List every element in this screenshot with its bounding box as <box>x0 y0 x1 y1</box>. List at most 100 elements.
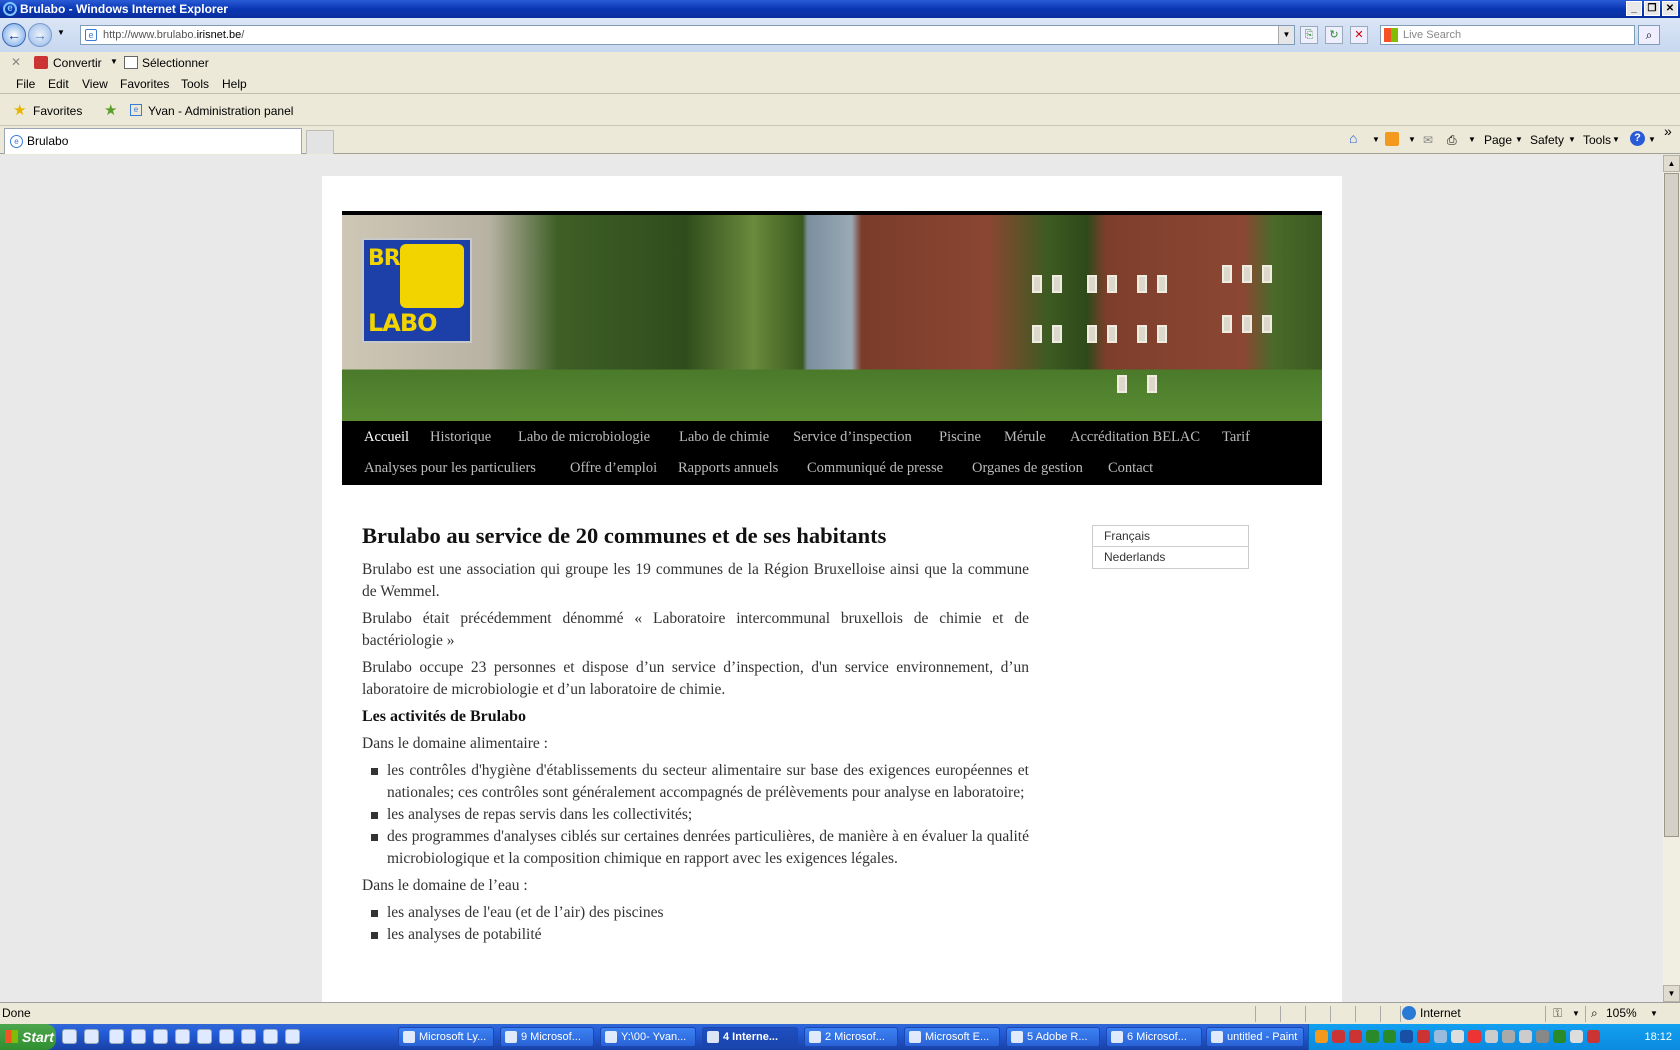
address-dropdown-icon[interactable]: ▼ <box>1278 26 1294 44</box>
menu-view[interactable]: View <box>82 77 108 91</box>
favorites-button[interactable]: Favorites <box>33 104 82 118</box>
quicklaunch-office-icon[interactable] <box>175 1029 190 1044</box>
nav-rapports-annuels[interactable]: Rapports annuels <box>678 460 778 477</box>
task-paint[interactable]: untitled - Paint <box>1206 1027 1304 1047</box>
nav-merule[interactable]: Mérule <box>1004 429 1046 446</box>
brulabo-logo[interactable]: BRU LABO <box>362 238 472 343</box>
quicklaunch-media-icon[interactable] <box>241 1029 256 1044</box>
forward-button[interactable]: → <box>28 23 52 47</box>
nav-labo-chimie[interactable]: Labo de chimie <box>679 429 769 446</box>
menu-help[interactable]: Help <box>222 77 247 91</box>
favorite-link-yvan[interactable]: Yvan - Administration panel <box>148 104 293 118</box>
menu-edit[interactable]: Edit <box>48 77 69 91</box>
read-mail-icon[interactable]: ✉ <box>1423 133 1433 147</box>
task-microsoft-outlook[interactable]: 9 Microsof... <box>500 1027 594 1047</box>
vertical-scrollbar[interactable]: ▲ ▼ <box>1663 155 1680 1002</box>
task-adobe-reader[interactable]: 5 Adobe R... <box>1006 1027 1100 1047</box>
nav-contact[interactable]: Contact <box>1108 460 1153 477</box>
lang-nederlands[interactable]: Nederlands <box>1093 547 1248 568</box>
compatibility-icon[interactable]: ⎘ <box>1300 26 1318 44</box>
scroll-thumb[interactable] <box>1664 173 1679 837</box>
nav-tarif[interactable]: Tarif <box>1222 429 1250 446</box>
close-button[interactable]: ✕ <box>1662 1 1678 16</box>
nav-communique-presse[interactable]: Communiqué de presse <box>807 460 943 477</box>
refresh-icon[interactable]: ↻ <box>1325 26 1343 44</box>
add-favorite-icon[interactable]: ★ <box>104 101 117 119</box>
tools-dropdown-icon[interactable]: ▼ <box>1612 135 1620 144</box>
task-microsoft-lync[interactable]: Microsoft Ly... <box>398 1027 494 1047</box>
home-icon[interactable]: ⌂ <box>1349 130 1357 146</box>
quicklaunch-network2-icon[interactable] <box>219 1029 234 1044</box>
quicklaunch-ie-icon[interactable] <box>84 1029 99 1044</box>
tray-volume-icon[interactable] <box>1570 1030 1583 1043</box>
close-toolbar-icon[interactable]: ✕ <box>11 55 21 69</box>
address-bar[interactable]: e http://www.brulabo.irisnet.be/ ▼ <box>80 25 1295 45</box>
stop-icon[interactable]: ✕ <box>1350 26 1368 44</box>
task-microsoft-office[interactable]: 6 Microsof... <box>1106 1027 1202 1047</box>
tray-office-icon[interactable] <box>1315 1030 1328 1043</box>
nav-offre-emploi[interactable]: Offre d’emploi <box>570 460 657 477</box>
zoom-level[interactable]: 105% <box>1606 1006 1637 1020</box>
restore-button[interactable]: ❐ <box>1644 1 1660 16</box>
tray-usb-icon[interactable] <box>1502 1030 1515 1043</box>
tray-acrobat-icon[interactable] <box>1349 1030 1362 1043</box>
back-button[interactable]: ← <box>2 23 26 47</box>
tab-brulabo[interactable]: e Brulabo <box>4 128 302 154</box>
print-dropdown-icon[interactable]: ▼ <box>1468 135 1476 144</box>
tray-display-icon[interactable] <box>1519 1030 1532 1043</box>
search-input[interactable]: Live Search <box>1380 25 1635 45</box>
nav-accueil[interactable]: Accueil <box>364 429 409 446</box>
new-tab-button[interactable] <box>306 130 334 154</box>
tray-antivirus-icon[interactable] <box>1332 1030 1345 1043</box>
tray-stop-icon[interactable] <box>1587 1030 1600 1043</box>
convertir-dropdown-icon[interactable]: ▼ <box>110 57 118 66</box>
task-microsoft-word[interactable]: 2 Microsof... <box>804 1027 898 1047</box>
nav-labo-microbiologie[interactable]: Labo de microbiologie <box>518 429 650 446</box>
tray-bluetooth-icon[interactable] <box>1400 1030 1413 1043</box>
scroll-up-arrow-icon[interactable]: ▲ <box>1663 155 1680 172</box>
quicklaunch-mail-icon[interactable] <box>131 1029 146 1044</box>
tray-sync-icon[interactable] <box>1553 1030 1566 1043</box>
quicklaunch-folder-icon[interactable] <box>62 1029 77 1044</box>
rss-feed-icon[interactable] <box>1385 132 1399 146</box>
tray-update-icon[interactable] <box>1383 1030 1396 1043</box>
help-icon[interactable]: ? <box>1630 131 1645 146</box>
quicklaunch-ie2-icon[interactable] <box>109 1029 124 1044</box>
nav-piscine[interactable]: Piscine <box>939 429 981 446</box>
quicklaunch-network-icon[interactable] <box>197 1029 212 1044</box>
start-button[interactable]: Start <box>0 1024 56 1050</box>
menu-favorites[interactable]: Favorites <box>120 77 169 91</box>
quicklaunch-player-icon[interactable] <box>263 1029 278 1044</box>
tray-power-icon[interactable] <box>1536 1030 1549 1043</box>
tools-menu-button[interactable]: Tools <box>1583 133 1611 147</box>
nav-analyses-particuliers[interactable]: Analyses pour les particuliers <box>364 460 536 477</box>
feed-dropdown-icon[interactable]: ▼ <box>1408 135 1416 144</box>
page-menu-button[interactable]: Page <box>1484 133 1512 147</box>
tray-alert-icon[interactable] <box>1468 1030 1481 1043</box>
safety-menu-button[interactable]: Safety <box>1530 133 1564 147</box>
menu-file[interactable]: File <box>16 77 35 91</box>
quicklaunch-app-icon[interactable] <box>153 1029 168 1044</box>
scroll-down-arrow-icon[interactable]: ▼ <box>1663 985 1680 1002</box>
recent-pages-dropdown-icon[interactable]: ▼ <box>57 28 65 37</box>
tray-chat-icon[interactable] <box>1366 1030 1379 1043</box>
taskbar-clock[interactable]: 18:12 <box>1644 1024 1672 1050</box>
print-icon[interactable]: ⎙ <box>1447 133 1457 148</box>
nav-historique[interactable]: Historique <box>430 429 491 446</box>
nav-service-inspection[interactable]: Service d’inspection <box>793 429 912 446</box>
tray-network-icon[interactable] <box>1434 1030 1447 1043</box>
menu-tools[interactable]: Tools <box>181 77 209 91</box>
search-icon[interactable]: ⌕ <box>1638 25 1660 45</box>
task-explorer-folder[interactable]: Y:\00- Yvan... <box>600 1027 696 1047</box>
convertir-button[interactable]: Convertir <box>53 56 102 70</box>
home-dropdown-icon[interactable]: ▼ <box>1372 135 1380 144</box>
chevron-more-icon[interactable]: » <box>1664 123 1672 139</box>
task-microsoft-excel[interactable]: Microsoft E... <box>904 1027 1000 1047</box>
page-dropdown-icon[interactable]: ▼ <box>1515 135 1523 144</box>
tray-pen-icon[interactable] <box>1485 1030 1498 1043</box>
protected-dropdown-icon[interactable]: ▼ <box>1572 1009 1580 1018</box>
safety-dropdown-icon[interactable]: ▼ <box>1568 135 1576 144</box>
zoom-dropdown-icon[interactable]: ▼ <box>1650 1009 1658 1018</box>
lang-francais[interactable]: Français <box>1093 526 1248 547</box>
tray-wireless-icon[interactable] <box>1451 1030 1464 1043</box>
